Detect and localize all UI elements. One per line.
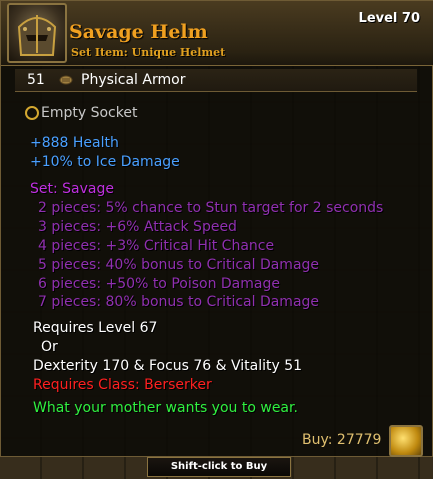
item-level: Level 70 [358,11,420,26]
socket-icon [25,106,39,120]
requires-class: Requires Class: Berserker [33,377,212,393]
armor-label: Physical Armor [81,72,186,88]
shift-click-hint: Shift-click to Buy [147,457,291,477]
item-tooltip: Savage Helm Set Item: Unique Helmet Leve… [0,0,433,457]
set-bonus: 7 pieces: 80% bonus to Critical Damage [38,294,320,310]
armor-value: 51 [27,72,45,88]
item-name: Savage Helm [69,21,208,43]
set-bonus: 6 pieces: +50% to Poison Damage [38,276,280,292]
set-bonus: 3 pieces: +6% Attack Speed [38,219,237,235]
set-bonus: 4 pieces: +3% Critical Hit Chance [38,238,275,254]
helmet-icon [7,3,67,63]
requires-attributes: Dexterity 170 & Focus 76 & Vitality 51 [33,358,303,374]
requires-level: Requires Level 67 [33,320,158,336]
socket-row: Empty Socket [25,105,138,121]
socket-label: Empty Socket [41,105,138,121]
stat-health: +888 Health [30,135,119,151]
armor-row: 51 Physical Armor [15,69,417,92]
stat-ice-damage: +10% to Ice Damage [30,154,180,170]
buy-price: Buy: 27779 [302,432,382,448]
armor-icon [59,73,73,87]
set-bonus: 2 pieces: 5% chance to Stun target for 2… [38,200,384,216]
tooltip-header: Savage Helm Set Item: Unique Helmet Leve… [1,1,433,66]
requires-or: Or [41,339,58,355]
flavor-text: What your mother wants you to wear. [33,400,298,416]
set-title: Set: Savage [30,181,114,197]
gold-coins-icon[interactable] [389,425,423,457]
set-bonus: 5 pieces: 40% bonus to Critical Damage [38,257,320,273]
item-type: Set Item: Unique Helmet [71,46,226,59]
